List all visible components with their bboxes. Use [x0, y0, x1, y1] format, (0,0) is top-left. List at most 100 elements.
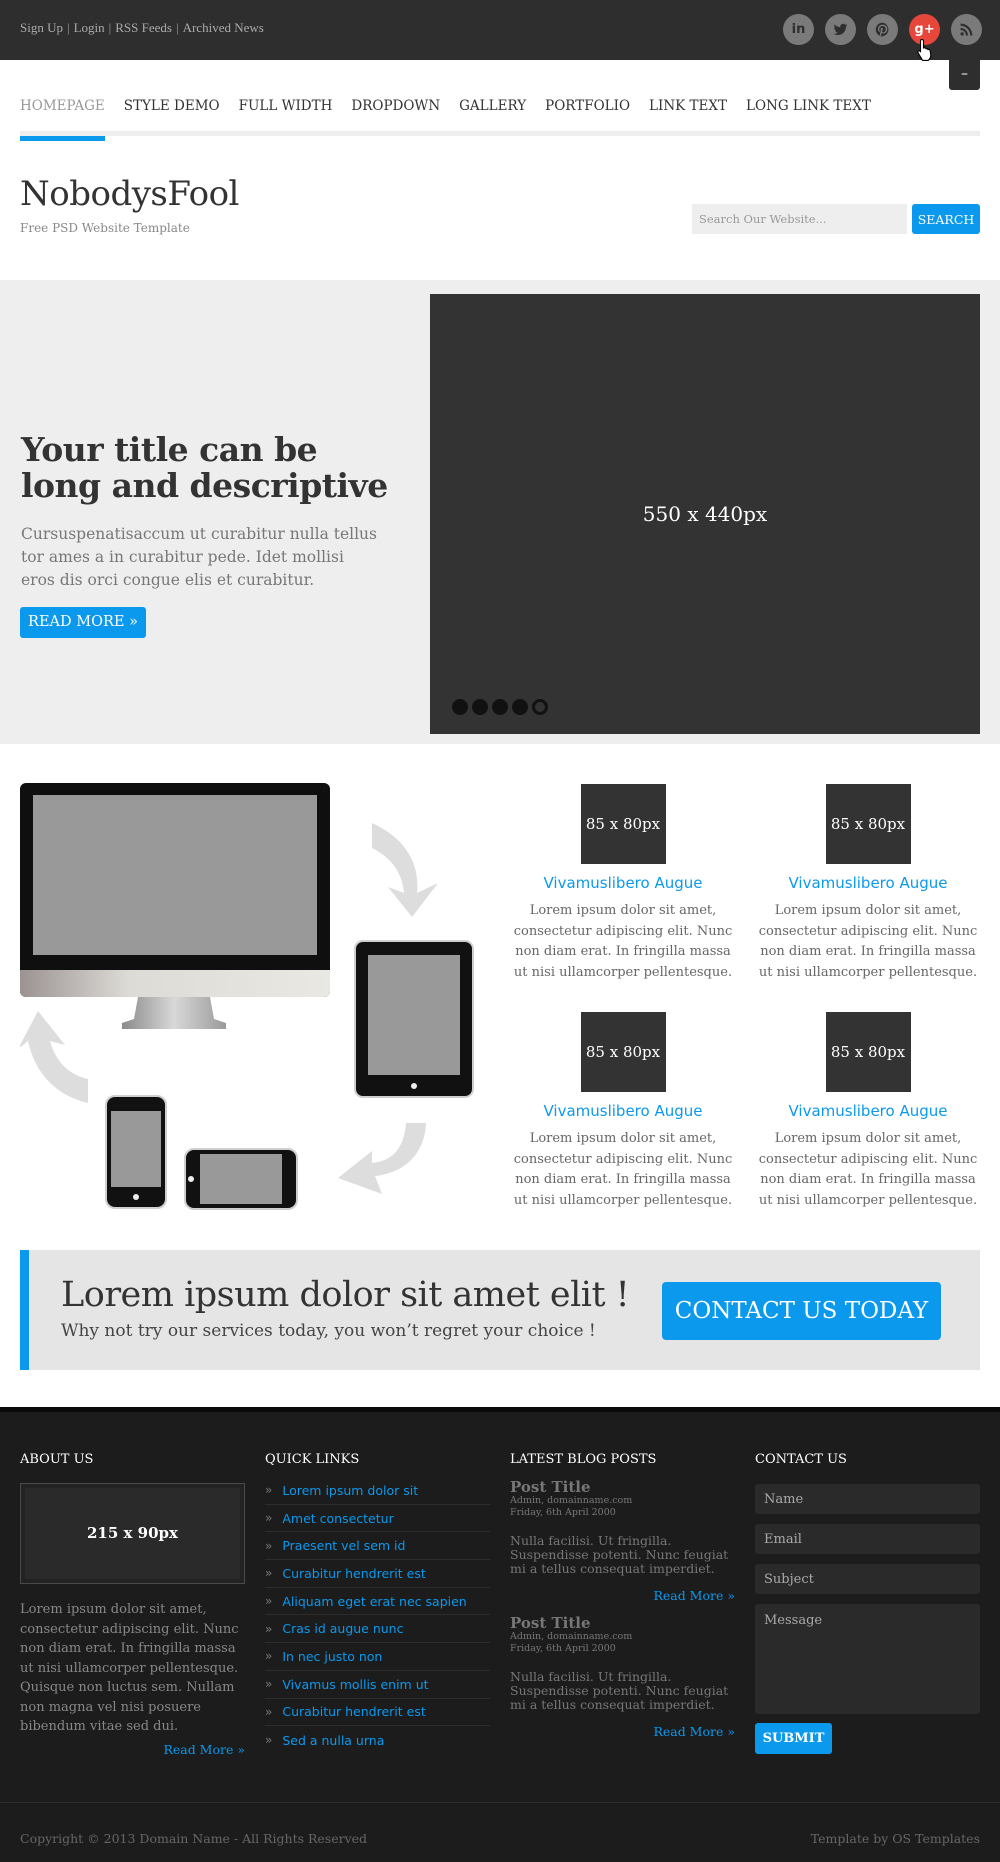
footer-blog-posts: LATEST BLOG POSTS Post Title Admin, doma… [510, 1452, 735, 1751]
name-field[interactable] [755, 1484, 980, 1514]
site-tagline: Free PSD Website Template [20, 221, 190, 235]
service-text: Lorem ipsum dolor sit amet, consectetur … [758, 903, 978, 980]
cta-subtitle: Why not try our services today, you won’… [61, 1321, 596, 1341]
top-links: Sign Up | Login | RSS Feeds | Archived News [20, 20, 264, 36]
email-field[interactable] [755, 1524, 980, 1554]
chevron-right-icon: » [265, 1594, 273, 1609]
nav-item-portfolio[interactable]: Portfolio [545, 96, 630, 136]
nav-item-style-demo[interactable]: Style Demo [124, 96, 220, 136]
separator: | [108, 20, 112, 35]
submit-button[interactable]: SUBMIT [755, 1723, 832, 1754]
separator: | [66, 20, 70, 35]
blog-post: Post Title Admin, domainname.com Friday,… [510, 1615, 735, 1739]
read-more-button[interactable]: READ MORE » [20, 607, 146, 638]
service-title-link[interactable]: Vivamuslibero Augue [513, 874, 733, 892]
smartphone-portrait-icon [105, 1095, 167, 1209]
footer-quick-links: QUICK LINKS » Lorem ipsum dolor sit » Amet… [265, 1452, 490, 1754]
hero-image-label: 550 x 440px [642, 502, 768, 526]
blog-post: Post Title Admin, domainname.com Friday,… [510, 1479, 735, 1603]
archived-news-link[interactable]: Archived News [183, 20, 264, 35]
post-author: Admin, domainname.com [510, 1631, 633, 1642]
service-text: Lorem ipsum dolor sit amet, consectetur … [758, 1131, 978, 1208]
chevron-right-icon: » [265, 1566, 273, 1581]
post-title[interactable]: Post Title [510, 1615, 735, 1631]
smartphone-landscape-icon [184, 1148, 298, 1210]
separator: | [175, 20, 179, 35]
post-title[interactable]: Post Title [510, 1479, 735, 1495]
nav-item-gallery[interactable]: Gallery [459, 96, 526, 136]
footer-heading: LATEST BLOG POSTS [510, 1452, 657, 1467]
contact-us-button[interactable]: CONTACT US TODAY [662, 1282, 941, 1340]
chevron-right-icon: » [265, 1649, 273, 1664]
hero-text: Cursuspenatisaccum ut curabitur nulla te… [21, 525, 377, 589]
service-title-link[interactable]: Vivamuslibero Augue [758, 1102, 978, 1120]
search-button[interactable]: SEARCH [912, 204, 980, 234]
post-excerpt: Nulla facilisi. Ut fringilla. Suspendiss… [510, 1669, 729, 1712]
slider-dot[interactable] [472, 699, 488, 715]
cycle-arrow-icon [372, 823, 438, 917]
hero-title: Your title can be long and descriptive [21, 430, 388, 505]
nav-item-dropdown[interactable]: Dropdown [351, 96, 440, 136]
slider-dot[interactable] [512, 699, 528, 715]
twitter-icon[interactable] [825, 14, 856, 45]
quick-link[interactable]: » Aliquam eget erat nec sapien [265, 1588, 490, 1616]
responsive-devices-illustration [20, 783, 474, 1210]
social-icons: in g+ [783, 14, 982, 45]
pinterest-icon[interactable] [867, 14, 898, 45]
quick-link[interactable]: » Curabitur hendrerit est [265, 1699, 490, 1727]
about-image-placeholder: 215 x 90px [20, 1483, 245, 1584]
template-credit-link[interactable]: Template by OS Templates [811, 1831, 980, 1846]
service-card: 85 x 80px Vivamuslibero Augue Lorem ipsu… [513, 1012, 733, 1211]
slider-dot[interactable] [492, 699, 508, 715]
footer-heading: QUICK LINKS [265, 1452, 360, 1467]
chevron-right-icon: » [265, 1621, 273, 1636]
site-logo[interactable]: NobodysFool [20, 174, 239, 214]
chevron-right-icon: » [265, 1511, 273, 1526]
hero-image-placeholder: 550 x 440px [430, 294, 980, 734]
subject-field[interactable] [755, 1564, 980, 1594]
linkedin-icon[interactable]: in [783, 14, 814, 45]
service-title-link[interactable]: Vivamuslibero Augue [513, 1102, 733, 1120]
quick-link[interactable]: » Amet consectetur [265, 1505, 490, 1533]
read-more-link[interactable]: Read More » [20, 1742, 245, 1757]
rss-icon[interactable] [951, 14, 982, 45]
quick-link[interactable]: » Praesent vel sem id [265, 1532, 490, 1561]
nav-item-full-width[interactable]: Full Width [239, 96, 333, 136]
main-nav: Homepage Style Demo Full Width Dropdown … [20, 96, 980, 141]
about-image-label: 215 x 90px [25, 1488, 240, 1579]
quick-link[interactable]: » In nec justo non [265, 1643, 490, 1671]
nav-item-link-text[interactable]: Link Text [649, 96, 727, 136]
search-input[interactable] [692, 204, 907, 234]
nav-item-homepage[interactable]: Homepage [20, 96, 105, 141]
hand-cursor-icon [917, 38, 932, 61]
signup-link[interactable]: Sign Up [20, 20, 63, 35]
footer: ABOUT US 215 x 90px Lorem ipsum dolor si… [0, 1407, 1000, 1802]
post-date: Friday, 6th April 2000 [510, 1643, 616, 1654]
message-field[interactable] [755, 1604, 980, 1714]
service-title-link[interactable]: Vivamuslibero Augue [758, 874, 978, 892]
menu-toggle-button[interactable]: – [949, 60, 980, 90]
read-more-link[interactable]: Read More » [510, 1724, 735, 1739]
copyright-text: Copyright © 2013 Domain Name - All Right… [20, 1831, 368, 1846]
quick-links-list: » Lorem ipsum dolor sit » Amet consectetur… [265, 1477, 490, 1754]
login-link[interactable]: Login [74, 20, 105, 35]
service-card: 85 x 80px Vivamuslibero Augue Lorem ipsu… [758, 1012, 978, 1211]
slider-dot-active[interactable] [532, 699, 548, 715]
read-more-link[interactable]: Read More » [510, 1588, 735, 1603]
service-text: Lorem ipsum dolor sit amet, consectetur … [513, 903, 733, 980]
service-thumbnail: 85 x 80px [825, 1012, 911, 1092]
quick-link[interactable]: » Cras id augue nunc [265, 1615, 490, 1644]
quick-link[interactable]: » Curabitur hendrerit est [265, 1560, 490, 1588]
quick-link[interactable]: » Sed a nulla urna [265, 1726, 490, 1754]
chevron-right-icon: » [265, 1704, 273, 1719]
copyright-bar: Copyright © 2013 Domain Name - All Right… [0, 1802, 1000, 1862]
desktop-monitor-icon [20, 783, 330, 1029]
rss-feeds-link[interactable]: RSS Feeds [115, 20, 172, 35]
slider-dot[interactable] [452, 699, 468, 715]
nav-item-long-link-text[interactable]: Long Link Text [746, 96, 871, 136]
service-text: Lorem ipsum dolor sit amet, consectetur … [513, 1131, 733, 1208]
chevron-right-icon: » [265, 1483, 273, 1498]
quick-link[interactable]: » Lorem ipsum dolor sit [265, 1477, 490, 1505]
quick-link[interactable]: » Vivamus mollis enim ut [265, 1671, 490, 1699]
cycle-arrow-icon [338, 1123, 426, 1194]
